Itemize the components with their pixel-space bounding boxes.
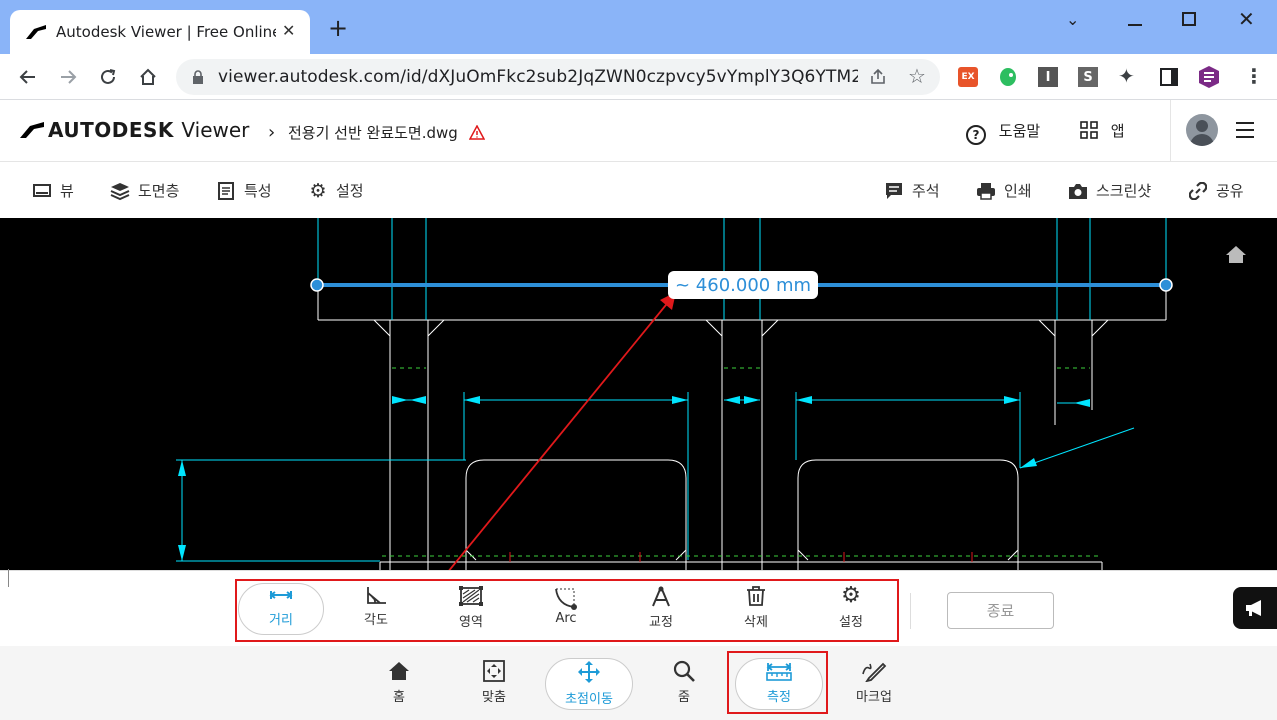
warning-icon[interactable] [468,124,485,140]
browser-menu-icon[interactable]: ⋮ [1244,64,1264,88]
home-icon [389,662,409,680]
header-divider [1170,100,1171,162]
apps-button[interactable]: 앱 [1080,120,1125,141]
fit-icon [483,660,505,682]
view-home-icon[interactable] [1224,244,1248,264]
browser-tab[interactable]: Autodesk Viewer | Free Online F ✕ [10,10,310,54]
tab-close-icon[interactable]: ✕ [282,21,295,40]
nav-home[interactable]: 홈 [354,660,444,714]
cad-drawing [176,218,1173,570]
layers-icon [110,181,130,201]
lock-icon [193,70,203,84]
help-button[interactable]: ? 도움말 [966,120,1040,145]
zoom-icon [673,660,695,682]
printer-icon [976,181,996,201]
document-icon [216,181,236,201]
monitor-icon [32,181,52,201]
brand-suffix: Viewer [181,118,250,142]
menu-properties[interactable]: 특성 [216,180,272,201]
breadcrumb: › 전용기 선반 완료도면.dwg [268,122,485,143]
help-label: 도움말 [998,122,1041,140]
user-avatar[interactable] [1186,114,1218,146]
measurement-label: ~ 460.000 mm [668,271,818,299]
back-icon[interactable] [12,61,44,93]
browser-toolbar: viewer.autodesk.com/id/dXJuOmFkc2sub2JqZ… [0,54,1277,100]
close-window-icon[interactable]: ✕ [1238,7,1255,31]
camera-icon [1068,181,1088,201]
menu-share[interactable]: 공유 [1188,180,1244,201]
toolbar-divider [910,593,911,629]
brand-name: AUTODESK [48,118,174,142]
app-header: AUTODESK Viewer › 전용기 선반 완료도면.dwg ? 도움말 … [0,100,1277,162]
menu-share-label: 공유 [1216,182,1244,200]
menu-properties-label: 특성 [244,182,272,200]
nav-zoom[interactable]: 줌 [639,660,729,714]
help-icon: ? [966,125,986,145]
comment-icon [884,181,904,201]
extension-i-icon[interactable]: I [1038,67,1058,87]
megaphone-icon [1246,600,1261,616]
reload-icon[interactable] [92,61,124,93]
feedback-button[interactable] [1233,587,1277,629]
menu-view[interactable]: 뷰 [32,180,74,201]
nav-fit-label: 맞춤 [482,690,506,705]
new-tab-icon[interactable]: + [328,14,348,42]
menu-comments[interactable]: 주석 [884,180,940,201]
side-panel-icon[interactable] [1160,68,1178,86]
url-text: viewer.autodesk.com/id/dXJuOmFkc2sub2JqZ… [218,67,858,87]
menu-settings[interactable]: ⚙ 설정 [308,179,364,202]
menu-comments-label: 주석 [912,182,940,200]
measure-toolbar: 거리 각도 영역 Arc 교정 삭제 ⚙ 설정 종료 [0,569,1277,646]
evernote-extension-icon[interactable] [998,66,1018,88]
menu-screenshot-label: 스크린샷 [1096,182,1152,200]
nav-markup[interactable]: 마크업 [829,660,919,714]
menu-settings-label: 설정 [336,182,364,200]
menu-view-label: 뷰 [60,182,74,200]
gear-icon: ⚙ [309,179,327,202]
exit-button[interactable]: 종료 [947,592,1054,629]
nav-pan-label: 초점이동 [565,692,613,707]
menu-print-label: 인쇄 [1004,182,1032,200]
tab-search-icon[interactable]: ⌄ [1066,10,1079,29]
extension-s-icon[interactable]: S [1078,67,1098,87]
navigation-toolbar: 홈 맞춤 초점이동 줌 측정 마크업 [0,646,1277,720]
autodesk-brand-icon [20,122,44,138]
nav-pan[interactable]: 초점이동 [544,660,634,714]
forward-icon[interactable] [52,61,84,93]
menu-print[interactable]: 인쇄 [976,180,1032,201]
nav-home-label: 홈 [393,690,405,705]
chevron-right-icon: › [268,122,276,143]
autodesk-logo-icon [26,25,46,39]
extensions-puzzle-icon[interactable]: ✦ [1118,64,1135,88]
share-page-icon[interactable] [869,68,887,86]
minimize-icon[interactable] [1128,12,1142,26]
browser-tab-bar: Autodesk Viewer | Free Online F ✕ + ⌄ ✕ [0,0,1277,54]
drawing-canvas[interactable]: ~ 460.000 mm [0,218,1277,570]
menu-layers[interactable]: 도면층 [110,180,179,201]
menu-layers-label: 도면층 [138,182,180,200]
tab-title: Autodesk Viewer | Free Online F [56,23,276,41]
markup-icon [862,662,887,682]
profile-extension-icon[interactable] [1198,65,1220,89]
menu-screenshot[interactable]: 스크린샷 [1068,180,1151,201]
file-name: 전용기 선반 완료도면.dwg [287,124,458,142]
hamburger-menu-icon[interactable] [1236,122,1254,138]
nav-markup-label: 마크업 [856,690,892,705]
bookmark-star-icon[interactable]: ☆ [908,64,926,88]
pan-icon [578,661,600,683]
link-icon [1188,181,1208,201]
home-browser-icon[interactable] [132,61,164,93]
maximize-icon[interactable] [1182,12,1196,26]
nav-zoom-label: 줌 [678,690,690,705]
extension-ex-icon[interactable]: EX [958,67,978,87]
text-cursor [8,569,9,587]
nav-fit[interactable]: 맞춤 [449,660,539,714]
viewer-menu-bar: 뷰 도면층 특성 ⚙ 설정 주석 인쇄 스크린샷 공유 [0,162,1277,218]
brand-logo[interactable]: AUTODESK Viewer [48,118,249,142]
apps-label: 앱 [1110,122,1125,140]
address-bar[interactable]: viewer.autodesk.com/id/dXJuOmFkc2sub2JqZ… [176,59,940,95]
highlight-annotation-box [235,579,899,642]
apps-grid-icon [1080,121,1098,139]
measure-highlight-annotation-box [727,651,828,714]
